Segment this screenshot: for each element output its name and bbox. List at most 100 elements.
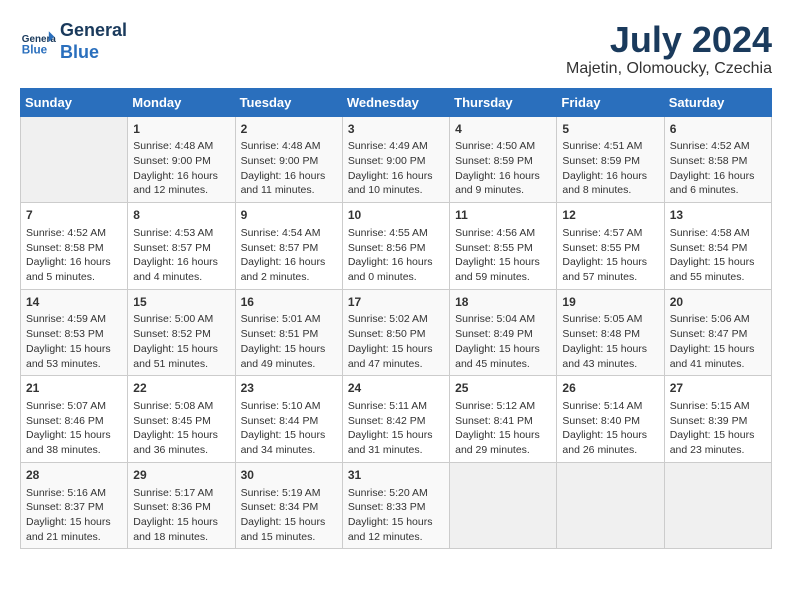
day-number: 9 [241, 207, 337, 224]
day-info: Sunset: 8:45 PM [133, 414, 229, 429]
day-info: Sunrise: 5:10 AM [241, 399, 337, 414]
calendar-cell [557, 462, 664, 549]
day-info: Daylight: 15 hours and 34 minutes. [241, 428, 337, 457]
day-info: Sunset: 8:51 PM [241, 327, 337, 342]
logo-line2: Blue [60, 42, 99, 62]
day-info: Sunset: 8:59 PM [562, 154, 658, 169]
day-info: Sunrise: 5:05 AM [562, 312, 658, 327]
day-number: 23 [241, 380, 337, 397]
calendar-cell [21, 116, 128, 203]
day-info: Sunset: 8:41 PM [455, 414, 551, 429]
logo-icon: General Blue [20, 24, 56, 60]
day-info: Sunrise: 5:02 AM [348, 312, 444, 327]
day-number: 24 [348, 380, 444, 397]
day-number: 22 [133, 380, 229, 397]
day-info: Sunset: 8:47 PM [670, 327, 766, 342]
calendar-cell: 9 Sunrise: 4:54 AMSunset: 8:57 PMDaylight… [235, 203, 342, 290]
day-info: Daylight: 15 hours and 36 minutes. [133, 428, 229, 457]
weekday-header: Wednesday [342, 88, 449, 116]
calendar-cell: 3Sunrise: 4:49 AMSunset: 9:00 PMDaylight… [342, 116, 449, 203]
day-info: Sunrise: 4:52 AM [670, 139, 766, 154]
day-number: 25 [455, 380, 551, 397]
calendar-cell: 18Sunrise: 5:04 AMSunset: 8:49 PMDayligh… [450, 289, 557, 376]
day-info: Sunrise: 5:07 AM [26, 399, 122, 414]
day-info: Sunset: 8:53 PM [26, 327, 122, 342]
calendar-header-row: SundayMondayTuesdayWednesdayThursdayFrid… [21, 88, 772, 116]
weekday-header: Sunday [21, 88, 128, 116]
day-info: Sunset: 8:56 PM [348, 241, 444, 256]
day-info: Sunrise: 5:16 AM [26, 486, 122, 501]
weekday-header: Tuesday [235, 88, 342, 116]
day-info: Sunrise: 4:52 AM [26, 226, 122, 241]
logo-line1: General [60, 20, 127, 40]
day-info: Sunrise: 4:54 AM [241, 226, 337, 241]
day-info: Daylight: 15 hours and 38 minutes. [26, 428, 122, 457]
calendar-cell: 21Sunrise: 5:07 AMSunset: 8:46 PMDayligh… [21, 376, 128, 463]
calendar-cell: 19Sunrise: 5:05 AMSunset: 8:48 PMDayligh… [557, 289, 664, 376]
day-info: Sunrise: 4:56 AM [455, 226, 551, 241]
day-info: Sunrise: 5:17 AM [133, 486, 229, 501]
day-info: Daylight: 16 hours and 11 minutes. [241, 169, 337, 198]
day-info: Sunset: 8:40 PM [562, 414, 658, 429]
day-info: Sunrise: 4:48 AM [241, 139, 337, 154]
day-number: 2 [241, 121, 337, 138]
day-info: Daylight: 15 hours and 29 minutes. [455, 428, 551, 457]
day-number: 31 [348, 467, 444, 484]
weekday-header: Thursday [450, 88, 557, 116]
day-info: Sunset: 8:50 PM [348, 327, 444, 342]
calendar-cell: 29Sunrise: 5:17 AMSunset: 8:36 PMDayligh… [128, 462, 235, 549]
day-info: Sunset: 9:00 PM [133, 154, 229, 169]
calendar-cell: 8Sunrise: 4:53 AMSunset: 8:57 PMDaylight… [128, 203, 235, 290]
day-info: Sunset: 8:33 PM [348, 500, 444, 515]
day-info: Sunrise: 5:19 AM [241, 486, 337, 501]
day-info: Daylight: 15 hours and 26 minutes. [562, 428, 658, 457]
day-info: Sunset: 8:57 PM [241, 241, 337, 256]
location: Majetin, Olomoucky, Czechia [566, 60, 772, 78]
calendar-cell: 30Sunrise: 5:19 AMSunset: 8:34 PMDayligh… [235, 462, 342, 549]
day-info: Sunrise: 5:11 AM [348, 399, 444, 414]
calendar-week-row: 14Sunrise: 4:59 AMSunset: 8:53 PMDayligh… [21, 289, 772, 376]
day-number: 4 [455, 121, 551, 138]
logo: General Blue General Blue [20, 20, 127, 63]
day-info: Sunrise: 5:15 AM [670, 399, 766, 414]
day-number: 1 [133, 121, 229, 138]
svg-text:Blue: Blue [22, 43, 48, 56]
day-info: Sunset: 8:54 PM [670, 241, 766, 256]
calendar-cell: 2Sunrise: 4:48 AMSunset: 9:00 PMDaylight… [235, 116, 342, 203]
day-number: 6 [670, 121, 766, 138]
day-info: Daylight: 15 hours and 23 minutes. [670, 428, 766, 457]
day-info: Sunset: 9:00 PM [241, 154, 337, 169]
calendar-table: SundayMondayTuesdayWednesdayThursdayFrid… [20, 88, 772, 550]
day-info: Daylight: 15 hours and 41 minutes. [670, 342, 766, 371]
day-number: 3 [348, 121, 444, 138]
day-info: Sunrise: 5:08 AM [133, 399, 229, 414]
day-info: Sunset: 8:58 PM [670, 154, 766, 169]
calendar-cell: 27Sunrise: 5:15 AMSunset: 8:39 PMDayligh… [664, 376, 771, 463]
day-info: Daylight: 16 hours and 8 minutes. [562, 169, 658, 198]
day-info: Sunrise: 4:53 AM [133, 226, 229, 241]
day-number: 20 [670, 294, 766, 311]
calendar-cell: 5Sunrise: 4:51 AMSunset: 8:59 PMDaylight… [557, 116, 664, 203]
day-number: 15 [133, 294, 229, 311]
calendar-cell: 24Sunrise: 5:11 AMSunset: 8:42 PMDayligh… [342, 376, 449, 463]
day-info: Daylight: 15 hours and 12 minutes. [348, 515, 444, 544]
day-info: Sunrise: 5:14 AM [562, 399, 658, 414]
title-block: July 2024 Majetin, Olomoucky, Czechia [566, 20, 772, 78]
day-info: Daylight: 16 hours and 0 minutes. [348, 255, 444, 284]
calendar-cell: 1Sunrise: 4:48 AMSunset: 9:00 PMDaylight… [128, 116, 235, 203]
day-info: Daylight: 16 hours and 6 minutes. [670, 169, 766, 198]
day-number: 10 [348, 207, 444, 224]
day-info: Daylight: 15 hours and 21 minutes. [26, 515, 122, 544]
day-number: 30 [241, 467, 337, 484]
calendar-cell: 15Sunrise: 5:00 AMSunset: 8:52 PMDayligh… [128, 289, 235, 376]
day-info: Daylight: 15 hours and 15 minutes. [241, 515, 337, 544]
day-info: Daylight: 16 hours and 9 minutes. [455, 169, 551, 198]
day-info: Sunset: 8:55 PM [562, 241, 658, 256]
day-info: Sunset: 8:55 PM [455, 241, 551, 256]
calendar-cell: 4Sunrise: 4:50 AMSunset: 8:59 PMDaylight… [450, 116, 557, 203]
day-info: Daylight: 16 hours and 2 minutes. [241, 255, 337, 284]
day-info: Daylight: 15 hours and 31 minutes. [348, 428, 444, 457]
day-number: 19 [562, 294, 658, 311]
month-year: July 2024 [566, 20, 772, 60]
calendar-cell: 10Sunrise: 4:55 AMSunset: 8:56 PMDayligh… [342, 203, 449, 290]
